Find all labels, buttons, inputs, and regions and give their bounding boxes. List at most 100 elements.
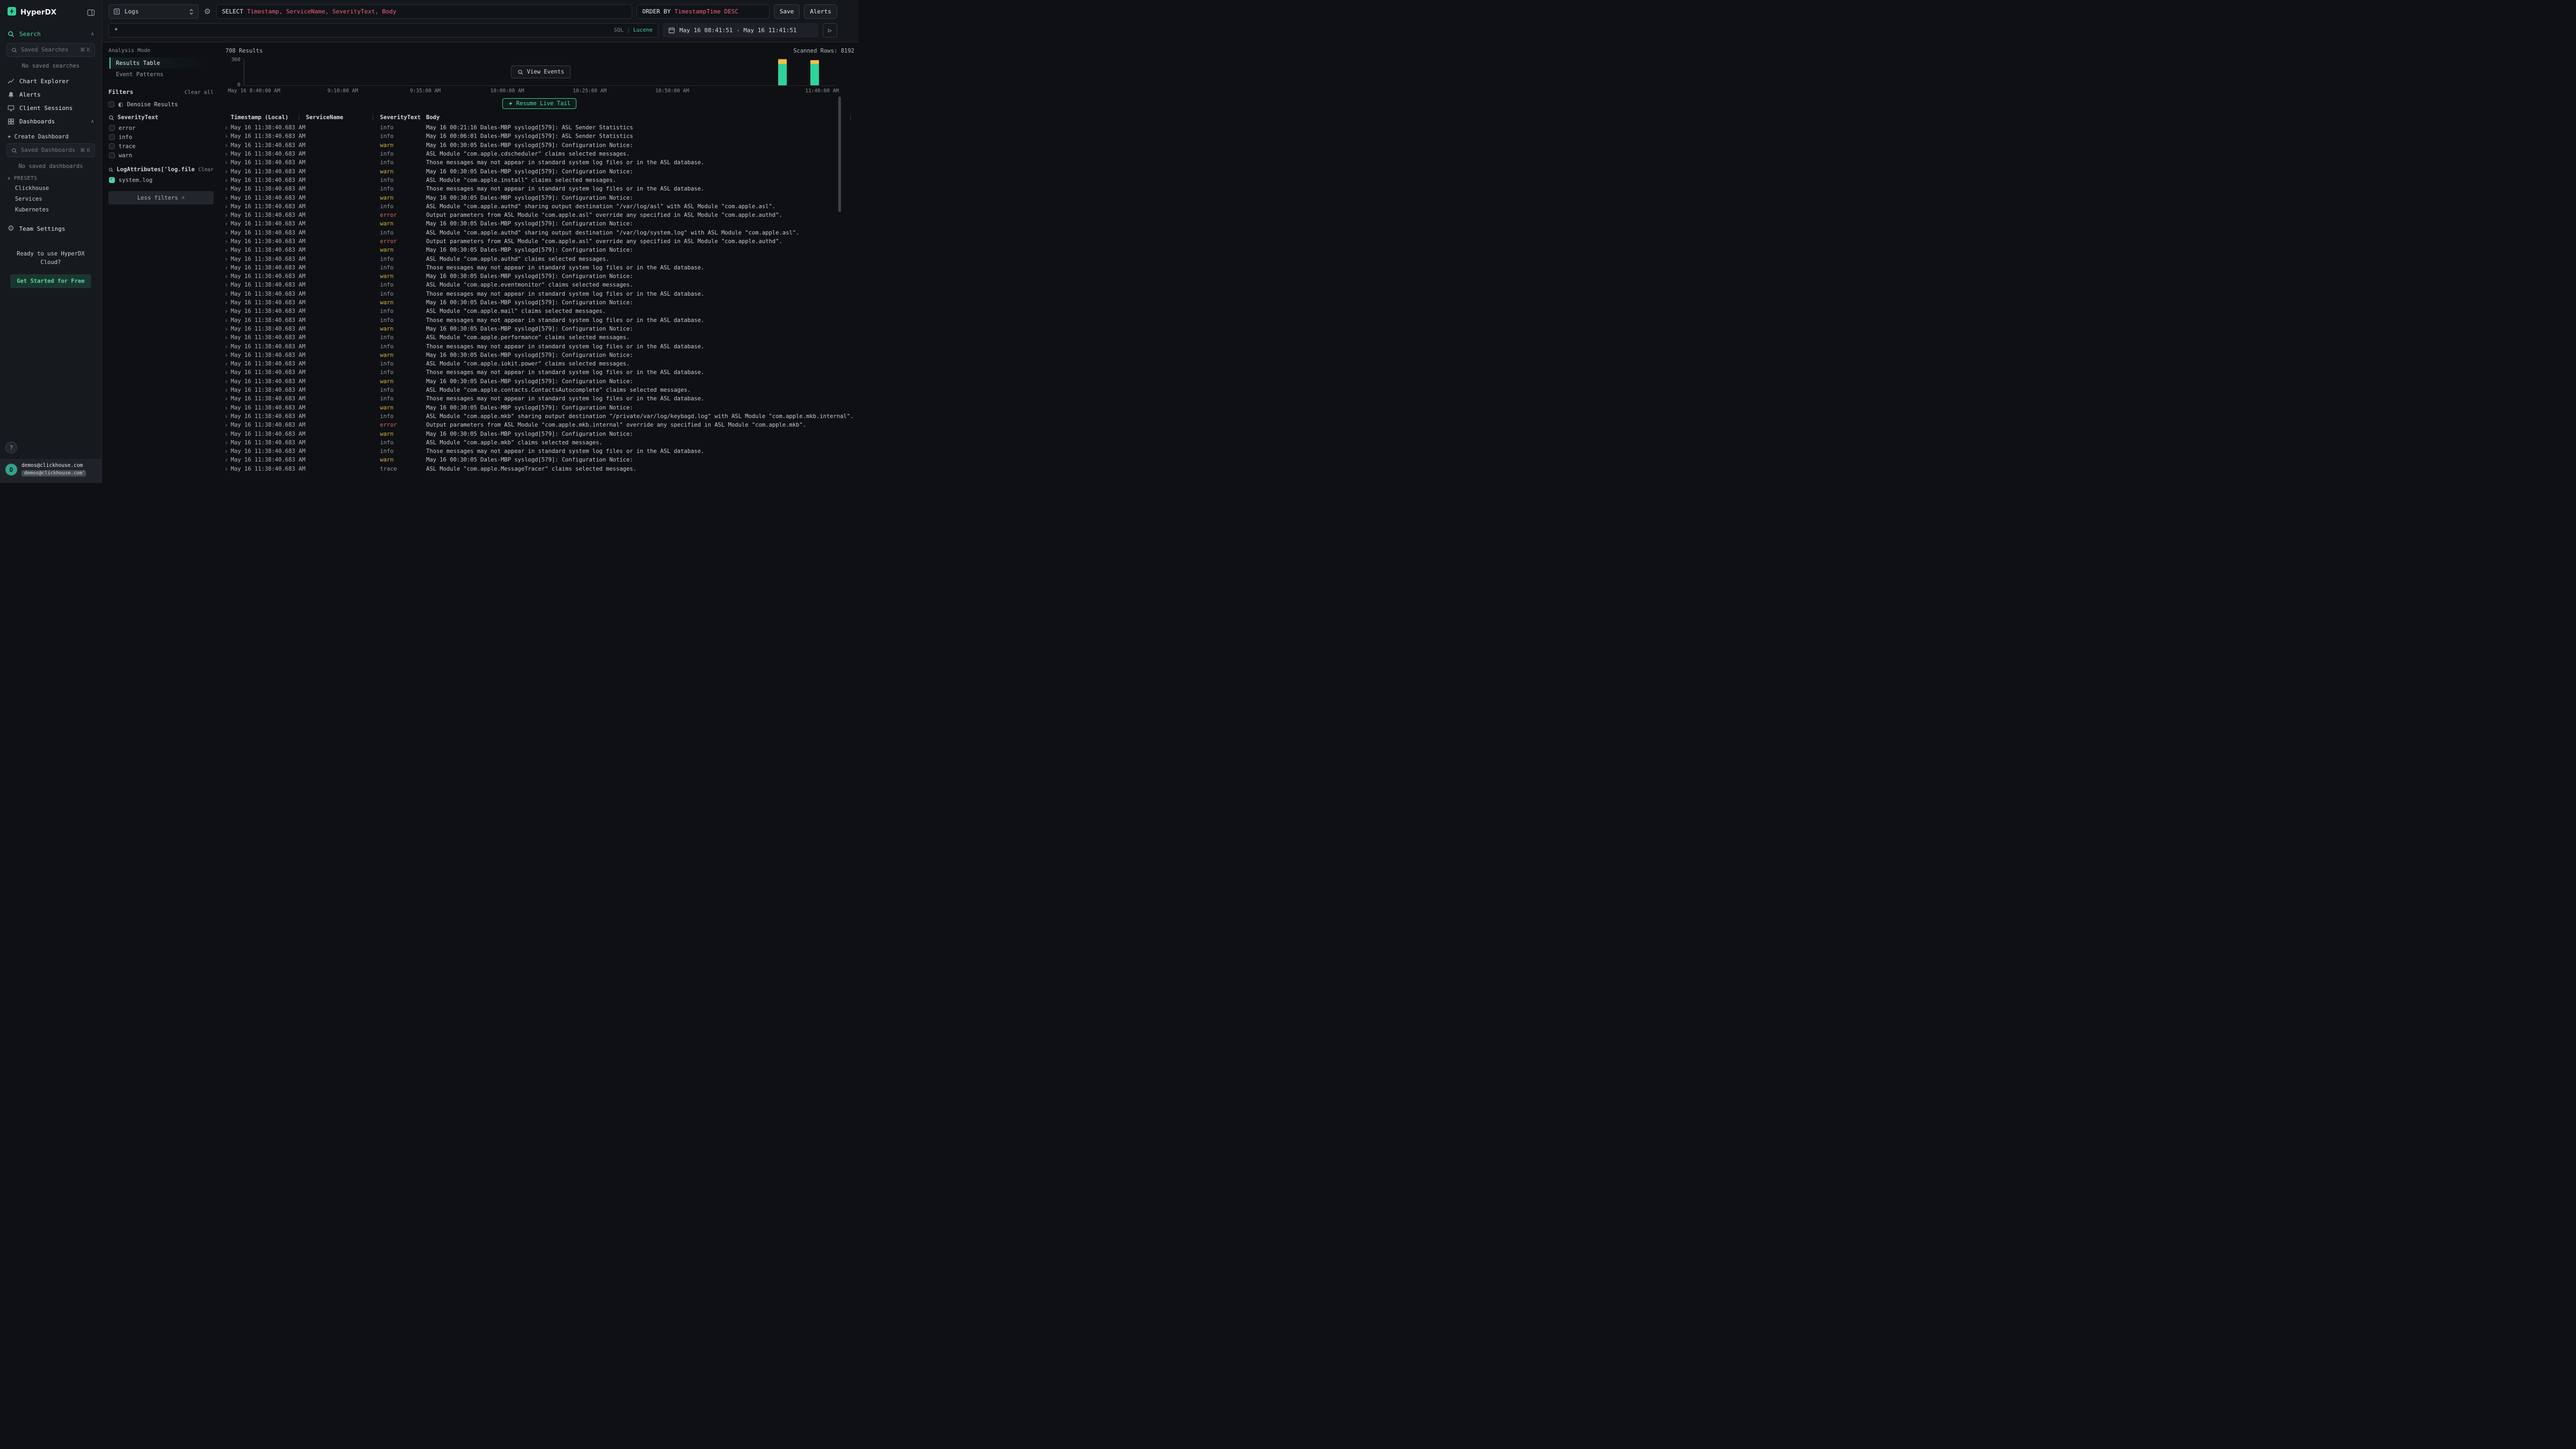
saved-searches-input[interactable]: Saved Searches ⌘ K: [6, 43, 95, 57]
table-row[interactable]: › May 16 11:38:40.683 AM info ASL Module…: [222, 360, 854, 368]
table-row[interactable]: › May 16 11:38:40.683 AM info ASL Module…: [222, 438, 854, 447]
table-row[interactable]: › May 16 11:38:40.683 AM info Those mess…: [222, 368, 854, 377]
filter-checkbox[interactable]: [109, 125, 115, 131]
row-expand-chevron-icon[interactable]: ›: [222, 178, 231, 183]
row-expand-chevron-icon[interactable]: ›: [222, 213, 231, 218]
row-expand-chevron-icon[interactable]: ›: [222, 457, 231, 463]
sidebar-item-dashboards[interactable]: Dashboards ∧: [0, 115, 101, 128]
table-row[interactable]: › May 16 11:38:40.683 AM warn May 16 00:…: [222, 141, 854, 150]
vertical-scrollbar-thumb[interactable]: [838, 97, 841, 212]
row-expand-chevron-icon[interactable]: ›: [222, 326, 231, 332]
table-row[interactable]: › May 16 11:38:40.683 AM info ASL Module…: [222, 202, 854, 211]
row-expand-chevron-icon[interactable]: ›: [222, 186, 231, 192]
run-query-button[interactable]: ▷: [823, 23, 837, 38]
table-row[interactable]: › May 16 11:38:40.683 AM info ASL Module…: [222, 150, 854, 158]
row-expand-chevron-icon[interactable]: ›: [222, 449, 231, 454]
clear-all-link[interactable]: Clear all: [185, 90, 214, 96]
source-settings-gear-icon[interactable]: ⚙: [203, 8, 212, 16]
row-expand-chevron-icon[interactable]: ›: [222, 169, 231, 174]
table-row[interactable]: › May 16 11:38:40.683 AM error Output pa…: [222, 211, 854, 219]
column-header-timestamp[interactable]: Timestamp (Local): [231, 114, 306, 121]
filter-checkbox[interactable]: [109, 134, 115, 140]
filter-option[interactable]: info: [108, 133, 214, 142]
table-row[interactable]: › May 16 11:38:40.683 AM warn May 16 00:…: [222, 404, 854, 412]
get-started-button[interactable]: Get Started for Free: [10, 274, 91, 288]
row-expand-chevron-icon[interactable]: ›: [222, 282, 231, 288]
filter-group-clear-link[interactable]: Clear: [198, 167, 214, 173]
user-menu[interactable]: D demos@clickhouse.com demos@clickhouse.…: [0, 459, 101, 483]
table-row[interactable]: › May 16 11:38:40.683 AM warn May 16 00:…: [222, 167, 854, 175]
filter-option[interactable]: trace: [108, 142, 214, 151]
table-row[interactable]: › May 16 11:38:40.683 AM warn May 16 00:…: [222, 325, 854, 333]
query-search-input[interactable]: * SQL | Lucene: [108, 23, 658, 38]
table-row[interactable]: › May 16 11:38:40.683 AM info ASL Module…: [222, 307, 854, 316]
table-row[interactable]: › May 16 11:38:40.683 AM info Those mess…: [222, 290, 854, 298]
row-expand-chevron-icon[interactable]: ›: [222, 230, 231, 236]
create-dashboard-button[interactable]: + Create Dashboard: [0, 128, 101, 141]
less-filters-button[interactable]: Less filters ∧: [108, 191, 214, 204]
table-row[interactable]: › May 16 11:38:40.683 AM warn May 16 00:…: [222, 377, 854, 386]
table-row[interactable]: › May 16 11:38:40.683 AM info ASL Module…: [222, 386, 854, 394]
row-expand-chevron-icon[interactable]: ›: [222, 160, 231, 165]
row-expand-chevron-icon[interactable]: ›: [222, 440, 231, 445]
table-row[interactable]: › May 16 11:38:40.683 AM info Those mess…: [222, 394, 854, 403]
sidebar-collapse-icon[interactable]: [87, 9, 95, 17]
table-row[interactable]: › May 16 11:38:40.683 AM warn May 16 00:…: [222, 272, 854, 281]
analysis-mode-results-table[interactable]: Results Table: [109, 57, 214, 69]
source-selector[interactable]: Logs: [108, 4, 199, 19]
row-expand-chevron-icon[interactable]: ›: [222, 265, 231, 270]
table-row[interactable]: › May 16 11:38:40.683 AM warn May 16 00:…: [222, 456, 854, 464]
table-row[interactable]: › May 16 11:38:40.683 AM info ASL Module…: [222, 229, 854, 237]
row-expand-chevron-icon[interactable]: ›: [222, 291, 231, 297]
filter-checkbox[interactable]: [109, 152, 115, 158]
table-row[interactable]: › May 16 11:38:40.683 AM info ASL Module…: [222, 254, 854, 263]
histogram-bar[interactable]: [778, 58, 787, 85]
table-row[interactable]: › May 16 11:38:40.683 AM info Those mess…: [222, 316, 854, 325]
save-button[interactable]: Save: [774, 4, 800, 19]
date-range-picker[interactable]: May 16 08:41:51 - May 16 11:41:51: [663, 23, 818, 38]
app-logo[interactable]: HyperDX: [8, 7, 56, 18]
sidebar-item-client-sessions[interactable]: Client Sessions: [0, 101, 101, 115]
sidebar-item-alerts[interactable]: Alerts: [0, 88, 101, 101]
row-expand-chevron-icon[interactable]: ›: [222, 274, 231, 279]
row-expand-chevron-icon[interactable]: ›: [222, 431, 231, 437]
row-expand-chevron-icon[interactable]: ›: [222, 143, 231, 148]
sql-select-input[interactable]: SELECT Timestamp, ServiceName, SeverityT…: [216, 4, 632, 19]
row-expand-chevron-icon[interactable]: ›: [222, 239, 231, 244]
table-row[interactable]: › May 16 11:38:40.683 AM info ASL Module…: [222, 281, 854, 289]
chart-plot[interactable]: View Events: [244, 58, 837, 86]
table-row[interactable]: › May 16 11:38:40.683 AM info ASL Module…: [222, 333, 854, 342]
preset-item-clickhouse[interactable]: Clickhouse: [0, 183, 101, 194]
row-expand-chevron-icon[interactable]: ›: [222, 396, 231, 401]
row-expand-chevron-icon[interactable]: ›: [222, 353, 231, 358]
table-row[interactable]: › May 16 11:38:40.683 AM warn May 16 00:…: [222, 429, 854, 438]
filter-checkbox[interactable]: [109, 143, 115, 149]
column-header-severitytext[interactable]: SeverityText: [380, 114, 426, 121]
order-by-input[interactable]: ORDER BY TimestampTime DESC: [636, 4, 770, 19]
table-row[interactable]: › May 16 11:38:40.683 AM info May 16 00:…: [222, 123, 854, 132]
row-expand-chevron-icon[interactable]: ›: [222, 247, 231, 253]
preset-item-services[interactable]: Services: [0, 194, 101, 204]
table-row[interactable]: › May 16 11:38:40.683 AM error Output pa…: [222, 237, 854, 246]
table-row[interactable]: › May 16 11:38:40.683 AM warn May 16 00:…: [222, 246, 854, 254]
table-row[interactable]: › May 16 11:38:40.683 AM warn May 16 00:…: [222, 351, 854, 360]
table-row[interactable]: › May 16 11:38:40.683 AM warn May 16 00:…: [222, 298, 854, 307]
row-expand-chevron-icon[interactable]: ›: [222, 204, 231, 209]
row-expand-chevron-icon[interactable]: ›: [222, 125, 231, 130]
table-row[interactable]: › May 16 11:38:40.683 AM info May 16 00:…: [222, 132, 854, 141]
table-row[interactable]: › May 16 11:38:40.683 AM error Output pa…: [222, 421, 854, 429]
saved-dashboards-input[interactable]: Saved Dashboards ⌘ K: [6, 143, 95, 157]
table-row[interactable]: › May 16 11:38:40.683 AM info Those mess…: [222, 158, 854, 167]
column-header-body[interactable]: Body: [426, 114, 854, 121]
row-expand-chevron-icon[interactable]: ›: [222, 221, 231, 226]
table-row[interactable]: › May 16 11:38:40.683 AM info Those mess…: [222, 447, 854, 456]
denoise-checkbox[interactable]: [108, 101, 114, 107]
sidebar-item-search[interactable]: Search ∧: [0, 27, 101, 41]
filter-option[interactable]: warn: [108, 151, 214, 160]
column-header-servicename[interactable]: ServiceName: [306, 114, 380, 121]
presets-section-header[interactable]: ∨ PRESETS: [0, 170, 101, 183]
mode-lucene-toggle[interactable]: Lucene: [633, 27, 653, 33]
row-expand-chevron-icon[interactable]: ›: [222, 151, 231, 157]
help-button[interactable]: ?: [5, 442, 17, 453]
table-row[interactable]: › May 16 11:38:40.683 AM trace ASL Modul…: [222, 465, 854, 473]
